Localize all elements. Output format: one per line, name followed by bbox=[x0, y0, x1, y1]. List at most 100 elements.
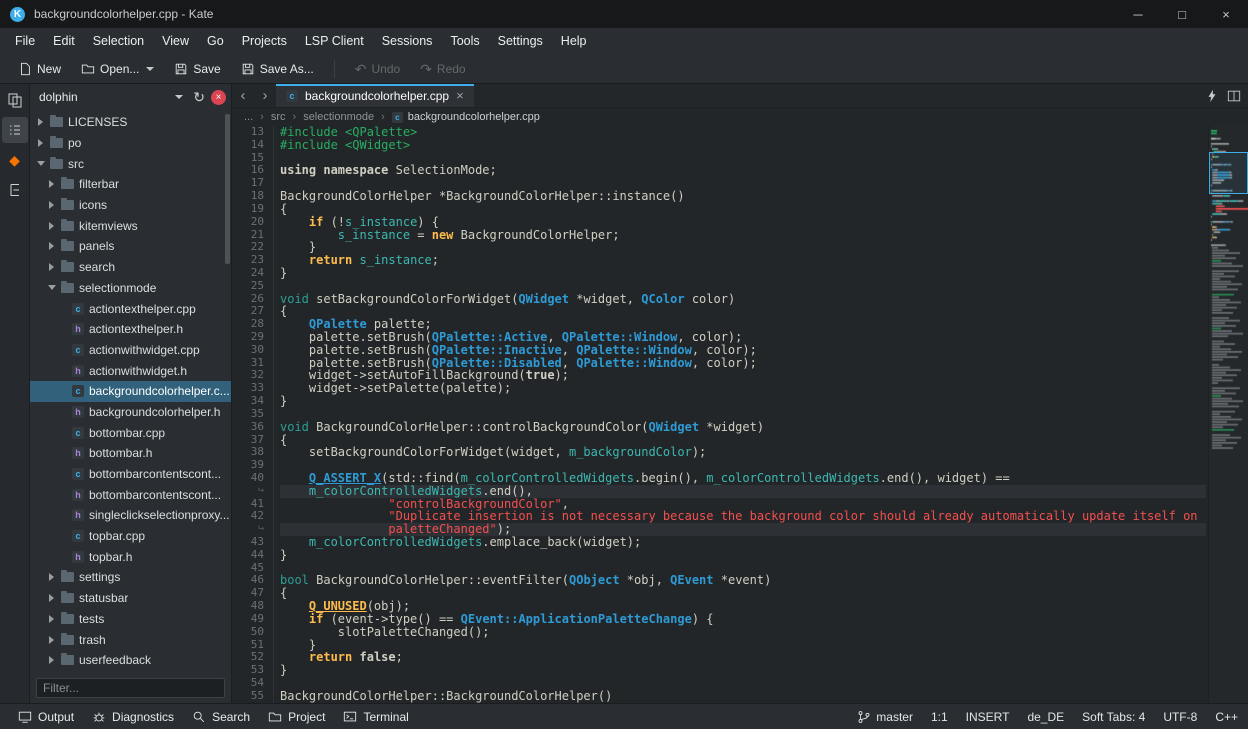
gutter[interactable]: 1314151617181920212223242526272829303132… bbox=[232, 126, 274, 703]
history-back-icon[interactable]: ‹ bbox=[232, 84, 254, 107]
code-line[interactable]: } bbox=[280, 664, 1206, 677]
project-selector[interactable]: dolphin bbox=[35, 88, 187, 106]
tree-folder-panels[interactable]: panels bbox=[30, 236, 231, 257]
chevron-right-icon[interactable] bbox=[47, 263, 56, 271]
chevron-right-icon[interactable] bbox=[47, 222, 56, 230]
tree-file-bottombar-cpp[interactable]: cbottombar.cpp bbox=[30, 422, 231, 443]
menu-projects[interactable]: Projects bbox=[233, 31, 296, 51]
tree-folder-src[interactable]: src bbox=[30, 153, 231, 174]
code-line[interactable]: } bbox=[280, 395, 1206, 408]
tree-file-actionwithwidget-cpp[interactable]: cactionwithwidget.cpp bbox=[30, 340, 231, 361]
chevron-right-icon[interactable] bbox=[47, 180, 56, 188]
close-button[interactable]: × bbox=[1204, 0, 1248, 28]
tree-folder-tests[interactable]: tests bbox=[30, 609, 231, 630]
toolview-symbols-button[interactable] bbox=[2, 177, 28, 203]
tree-folder-selectionmode[interactable]: selectionmode bbox=[30, 278, 231, 299]
input-mode[interactable]: INSERT bbox=[966, 710, 1010, 724]
code-line[interactable]: } bbox=[280, 267, 1206, 280]
code-line[interactable]: BackgroundColorHelper *BackgroundColorHe… bbox=[280, 190, 1206, 203]
tree-folder-search[interactable]: search bbox=[30, 257, 231, 278]
search-toolview-button[interactable]: Search bbox=[184, 708, 258, 726]
code-line[interactable]: setBackgroundColorForWidget(widget, m_ba… bbox=[280, 446, 1206, 459]
crumb-src[interactable]: src bbox=[271, 111, 286, 123]
code-line[interactable]: bool BackgroundColorHelper::eventFilter(… bbox=[280, 574, 1206, 587]
tree-file-actionwithwidget-h[interactable]: hactionwithwidget.h bbox=[30, 360, 231, 381]
new-button[interactable]: New bbox=[10, 59, 69, 79]
chevron-right-icon[interactable] bbox=[36, 118, 45, 126]
save-as-button[interactable]: Save As... bbox=[233, 59, 322, 79]
tree-folder-filterbar[interactable]: filterbar bbox=[30, 174, 231, 195]
crumb-backgroundcolorhelper-cpp[interactable]: cbackgroundcolorhelper.cpp bbox=[392, 111, 540, 123]
tree-folder-po[interactable]: po bbox=[30, 133, 231, 154]
tab-close-icon[interactable]: × bbox=[456, 88, 464, 103]
tab-backgroundcolorhelper[interactable]: c backgroundcolorhelper.cpp × bbox=[276, 84, 474, 107]
code-line[interactable]: slotPaletteChanged(); bbox=[280, 626, 1206, 639]
toolview-projects-button[interactable] bbox=[2, 117, 28, 143]
quick-open-icon[interactable] bbox=[1205, 89, 1219, 103]
menu-file[interactable]: File bbox=[6, 31, 44, 51]
tree-scrollbar-thumb[interactable] bbox=[225, 114, 230, 264]
toolview-git-button[interactable]: ◆ bbox=[2, 147, 28, 173]
cursor-position[interactable]: 1:1 bbox=[931, 710, 948, 724]
git-branch[interactable]: master bbox=[857, 710, 913, 724]
minimap-scrollbar[interactable] bbox=[1208, 126, 1248, 703]
code-line[interactable]: return false; bbox=[280, 651, 1206, 664]
tree-file-bottombar-h[interactable]: hbottombar.h bbox=[30, 443, 231, 464]
close-project-icon[interactable]: × bbox=[211, 90, 226, 105]
save-button[interactable]: Save bbox=[166, 59, 228, 79]
tree-file-singleclickselectionproxy[interactable]: hsingleclickselectionproxy... bbox=[30, 505, 231, 526]
code-line[interactable]: return s_instance; bbox=[280, 254, 1206, 267]
syntax-mode[interactable]: C++ bbox=[1215, 710, 1238, 724]
tree-folder-userfeedback[interactable]: userfeedback bbox=[30, 650, 231, 671]
chevron-right-icon[interactable] bbox=[47, 615, 56, 623]
code-line[interactable]: #include <QPalette> bbox=[280, 126, 1206, 139]
chevron-down-icon[interactable] bbox=[36, 161, 45, 166]
menu-help[interactable]: Help bbox=[552, 31, 596, 51]
maximize-button[interactable]: □ bbox=[1160, 0, 1204, 28]
minimap-viewport-indicator[interactable] bbox=[1209, 152, 1248, 194]
menu-edit[interactable]: Edit bbox=[44, 31, 84, 51]
tree-file-topbar-h[interactable]: htopbar.h bbox=[30, 546, 231, 567]
menu-sessions[interactable]: Sessions bbox=[373, 31, 442, 51]
crumb-selectionmode[interactable]: selectionmode bbox=[303, 111, 374, 123]
project-toolview-button[interactable]: Project bbox=[260, 708, 333, 726]
menu-selection[interactable]: Selection bbox=[84, 31, 153, 51]
tree-file-bottombarcontentscont[interactable]: hbottombarcontentscont... bbox=[30, 484, 231, 505]
minimize-button[interactable]: ─ bbox=[1116, 0, 1160, 28]
crumb-[interactable]: ... bbox=[244, 111, 253, 123]
tree-file-actiontexthelper-h[interactable]: hactiontexthelper.h bbox=[30, 319, 231, 340]
code-line[interactable]: } bbox=[280, 549, 1206, 562]
code-line[interactable]: s_instance = new BackgroundColorHelper; bbox=[280, 229, 1206, 242]
code-line[interactable]: void setBackgroundColorForWidget(QWidget… bbox=[280, 293, 1206, 306]
terminal-toolview-button[interactable]: Terminal bbox=[335, 708, 416, 726]
tree-file-actiontexthelper-cpp[interactable]: cactiontexthelper.cpp bbox=[30, 298, 231, 319]
open-button[interactable]: Open... bbox=[73, 59, 162, 79]
encoding[interactable]: UTF-8 bbox=[1163, 710, 1197, 724]
chevron-right-icon[interactable] bbox=[47, 594, 56, 602]
project-filter-input[interactable] bbox=[36, 678, 225, 698]
tree-folder-trash[interactable]: trash bbox=[30, 629, 231, 650]
code-line[interactable]: widget->setPalette(palette); bbox=[280, 382, 1206, 395]
code-lines[interactable]: #include <QPalette>#include <QWidget> usi… bbox=[274, 126, 1248, 703]
menu-tools[interactable]: Tools bbox=[441, 31, 488, 51]
tree-folder-settings[interactable]: settings bbox=[30, 567, 231, 588]
code-line[interactable]: #include <QWidget> bbox=[280, 139, 1206, 152]
chevron-right-icon[interactable] bbox=[36, 139, 45, 147]
code-line[interactable]: m_colorControlledWidgets.emplace_back(wi… bbox=[280, 536, 1206, 549]
code-line[interactable]: BackgroundColorHelper::BackgroundColorHe… bbox=[280, 690, 1206, 703]
chevron-right-icon[interactable] bbox=[47, 573, 56, 581]
diagnostics-toolview-button[interactable]: Diagnostics bbox=[84, 708, 182, 726]
menu-settings[interactable]: Settings bbox=[489, 31, 552, 51]
code-line[interactable]: void BackgroundColorHelper::controlBackg… bbox=[280, 421, 1206, 434]
tree-file-bottombarcontentscont[interactable]: cbottombarcontentscont... bbox=[30, 464, 231, 485]
chevron-right-icon[interactable] bbox=[47, 201, 56, 209]
code-line[interactable]: using namespace SelectionMode; bbox=[280, 164, 1206, 177]
chevron-right-icon[interactable] bbox=[47, 636, 56, 644]
chevron-right-icon[interactable] bbox=[47, 656, 56, 664]
refresh-icon[interactable]: ↻ bbox=[193, 89, 205, 106]
menu-lsp-client[interactable]: LSP Client bbox=[296, 31, 373, 51]
dictionary[interactable]: de_DE bbox=[1027, 710, 1064, 724]
menu-view[interactable]: View bbox=[153, 31, 198, 51]
tree-folder-icons[interactable]: icons bbox=[30, 195, 231, 216]
menu-go[interactable]: Go bbox=[198, 31, 233, 51]
